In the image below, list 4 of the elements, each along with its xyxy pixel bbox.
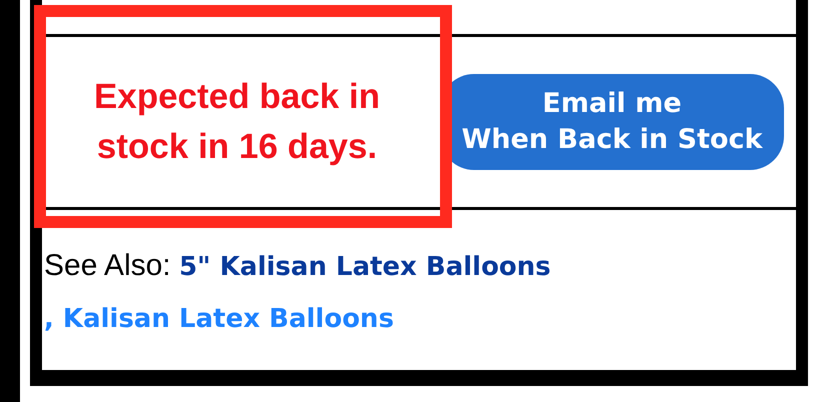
see-also-text: See Also: 5" Kalisan Latex Balloons , Kalisan Latex Balloons (44, 248, 552, 336)
product-link[interactable]: 5" Kalisan Latex Balloons (179, 252, 551, 282)
product-link[interactable]: , Kalisan Latex Balloons (44, 304, 394, 334)
stock-notice: Expected back in stock in 16 days. (93, 76, 381, 168)
